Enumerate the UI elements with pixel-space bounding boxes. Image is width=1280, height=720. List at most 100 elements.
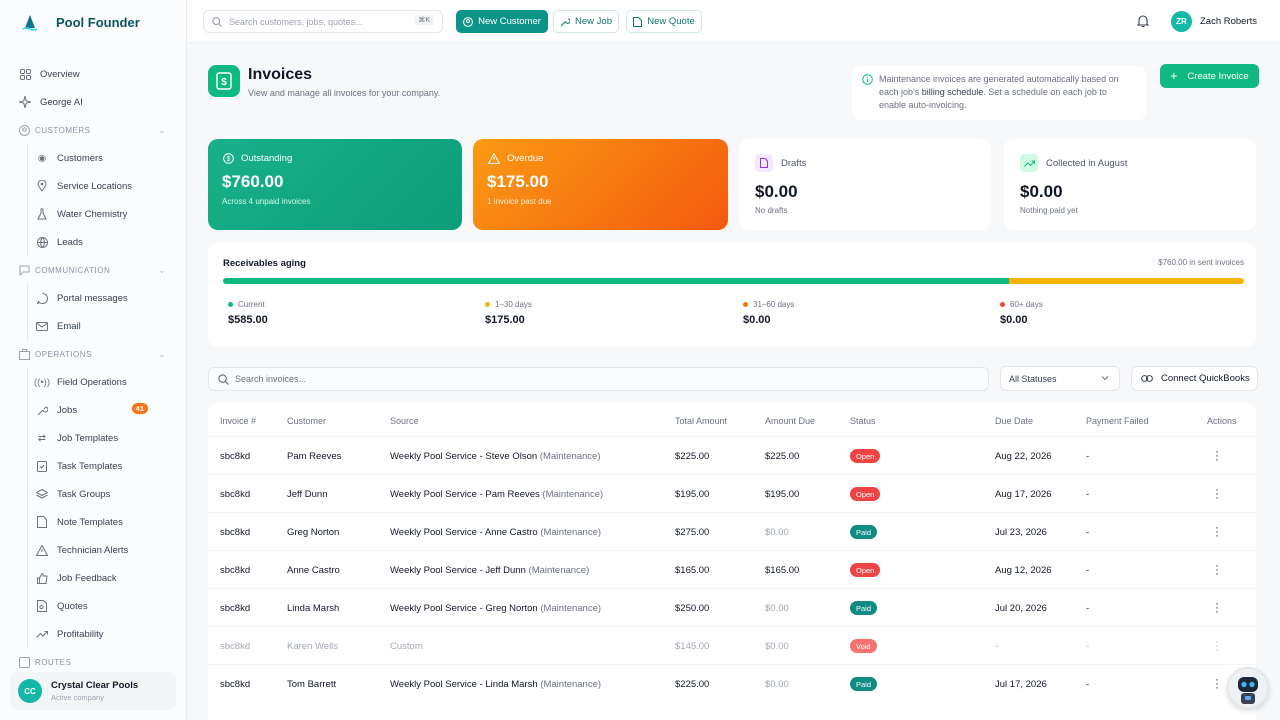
route-icon xyxy=(19,656,30,668)
more-actions-icon[interactable]: · · · xyxy=(1213,635,1221,655)
user-avatar[interactable]: ZR xyxy=(1171,11,1192,32)
create-invoice-button[interactable]: + Create Invoice xyxy=(1160,64,1259,88)
col-header-total[interactable]: Total Amount xyxy=(675,416,727,426)
company-switcher[interactable]: CC Crystal Clear Pools Active company xyxy=(10,672,176,710)
col-header-invoice[interactable]: Invoice # xyxy=(220,416,256,426)
sidebar-item-job-feedback[interactable]: Job Feedback xyxy=(28,564,186,592)
col-header-payment-failed[interactable]: Payment Failed xyxy=(1086,416,1149,426)
section-operations[interactable]: OPERATIONS ⌄ xyxy=(0,340,186,368)
company-status: Active company xyxy=(51,693,104,702)
sidebar-item-field-operations[interactable]: ((•)) Field Operations xyxy=(28,368,186,396)
new-customer-button[interactable]: New Customer xyxy=(456,10,548,33)
user-name[interactable]: Zach Roberts xyxy=(1200,16,1257,27)
payment-failed: - xyxy=(1086,679,1090,690)
source-text: Weekly Pool Service - Greg Norton xyxy=(390,603,538,614)
source-tag: (Maintenance) xyxy=(540,679,602,690)
invoice-search-input[interactable]: Search invoices... xyxy=(208,367,989,391)
table-row[interactable]: sbc8kd Karen Wells Custom $145.00 $0.00 … xyxy=(208,626,1256,664)
sidebar-item-leads[interactable]: Leads xyxy=(28,228,186,256)
table-row[interactable]: sbc8kd Greg Norton Weekly Pool Service -… xyxy=(208,512,1256,550)
sidebar-item-task-templates[interactable]: Task Templates xyxy=(28,452,186,480)
col-header-customer[interactable]: Customer xyxy=(287,416,326,426)
section-customers[interactable]: CUSTOMERS ⌄ xyxy=(0,116,186,144)
sidebar-item-email[interactable]: Email xyxy=(28,312,186,340)
customer-name[interactable]: Anne Castro xyxy=(287,565,340,576)
more-actions-icon[interactable]: · · · xyxy=(1213,445,1221,465)
sidebar-item-label: Overview xyxy=(40,68,80,80)
customer-name[interactable]: Greg Norton xyxy=(287,527,339,538)
sidebar-item-portal-messages[interactable]: Portal messages xyxy=(28,284,186,312)
table-row[interactable]: sbc8kd Pam Reeves Weekly Pool Service - … xyxy=(208,436,1256,474)
customer-name[interactable]: Linda Marsh xyxy=(287,603,339,614)
sidebar-item-overview[interactable]: Overview xyxy=(0,60,186,88)
table-row[interactable]: sbc8kd Anne Castro Weekly Pool Service -… xyxy=(208,550,1256,588)
section-communication[interactable]: COMMUNICATION ⌄ xyxy=(0,256,186,284)
col-header-due-date[interactable]: Due Date xyxy=(995,416,1033,426)
assistant-bot-button[interactable] xyxy=(1227,667,1269,709)
more-actions-icon[interactable]: · · · xyxy=(1213,483,1221,503)
table-row[interactable]: sbc8kd Tom Barrett Weekly Pool Service -… xyxy=(208,664,1256,702)
collected-card[interactable]: Collected in August $0.00 Nothing paid y… xyxy=(1004,139,1256,230)
bell-icon[interactable] xyxy=(1136,14,1150,28)
chevron-down-icon: ⌄ xyxy=(157,348,166,359)
sidebar-item-water-chemistry[interactable]: Water Chemistry xyxy=(28,200,186,228)
col-header-status[interactable]: Status xyxy=(850,416,876,426)
sidebar-item-customers[interactable]: ◉ Customers xyxy=(28,144,186,172)
card-title: Outstanding xyxy=(241,153,293,164)
page-title: Invoices xyxy=(248,66,313,83)
sidebar-item-job-templates[interactable]: ⇄ Job Templates xyxy=(28,424,186,452)
company-avatar: CC xyxy=(18,679,42,703)
sidebar-item-george-ai[interactable]: George AI xyxy=(0,88,186,116)
brand[interactable]: Pool Founder xyxy=(0,0,186,44)
source-tag: (Maintenance) xyxy=(539,451,601,462)
more-actions-icon[interactable]: · · · xyxy=(1213,521,1221,541)
invoice-number[interactable]: sbc8kd xyxy=(220,603,250,614)
invoice-number[interactable]: sbc8kd xyxy=(220,565,250,576)
more-actions-icon[interactable]: · · · xyxy=(1213,559,1221,579)
sidebar-item-task-groups[interactable]: Task Groups xyxy=(28,480,186,508)
global-search-input[interactable]: Search customers, jobs, quotes... ⌘K xyxy=(203,10,443,33)
sidebar-item-label: Task Templates xyxy=(57,460,123,472)
mail-icon xyxy=(36,320,48,332)
layers-icon xyxy=(36,488,48,500)
amount-due: $225.00 xyxy=(765,451,800,462)
drafts-card[interactable]: Drafts $0.00 No drafts xyxy=(739,139,991,230)
table-row[interactable]: sbc8kd Linda Marsh Weekly Pool Service -… xyxy=(208,588,1256,626)
sidebar-item-quotes[interactable]: Quotes xyxy=(28,592,186,620)
invoices-table: Invoice # Customer Source Total Amount A… xyxy=(208,403,1256,720)
col-header-source[interactable]: Source xyxy=(390,416,419,426)
due-date: - xyxy=(995,641,999,652)
outstanding-card[interactable]: $ Outstanding $760.00 Across 4 unpaid inv… xyxy=(208,139,462,230)
sidebar-item-note-templates[interactable]: Note Templates xyxy=(28,508,186,536)
connect-quickbooks-button[interactable]: Connect QuickBooks xyxy=(1131,366,1258,391)
invoice-number[interactable]: sbc8kd xyxy=(220,679,250,690)
invoice-number[interactable]: sbc8kd xyxy=(220,527,250,538)
sidebar-item-service-locations[interactable]: Service Locations xyxy=(28,172,186,200)
customer-name[interactable]: Karen Wells xyxy=(287,641,338,652)
due-date: Jul 23, 2026 xyxy=(995,527,1047,538)
customer-name[interactable]: Pam Reeves xyxy=(287,451,341,462)
new-quote-button[interactable]: New Quote xyxy=(626,10,702,33)
invoice-number[interactable]: sbc8kd xyxy=(220,489,250,500)
status-filter-select[interactable]: All Statuses xyxy=(1000,366,1120,391)
sidebar-item-label: Portal messages xyxy=(57,292,128,304)
customer-name[interactable]: Jeff Dunn xyxy=(287,489,328,500)
company-name: Crystal Clear Pools xyxy=(51,680,139,691)
more-actions-icon[interactable]: · · · xyxy=(1213,673,1221,693)
invoice-number[interactable]: sbc8kd xyxy=(220,641,250,652)
new-job-button[interactable]: New Job xyxy=(553,10,619,33)
overdue-card[interactable]: Overdue $175.00 1 invoice past due xyxy=(473,139,728,230)
customer-name[interactable]: Tom Barrett xyxy=(287,679,336,690)
radio-waves-icon: ((•)) xyxy=(34,376,50,388)
repeat-icon: ⇄ xyxy=(38,432,46,444)
invoice-number[interactable]: sbc8kd xyxy=(220,451,250,462)
col-header-amount-due[interactable]: Amount Due xyxy=(765,416,815,426)
sidebar-item-technician-alerts[interactable]: Technician Alerts xyxy=(28,536,186,564)
total-amount: $250.00 xyxy=(675,603,710,614)
sidebar-item-profitability[interactable]: Profitability xyxy=(28,620,186,648)
table-row[interactable]: sbc8kd Jeff Dunn Weekly Pool Service - P… xyxy=(208,474,1256,512)
sidebar-item-label: Profitability xyxy=(57,628,104,640)
top-bar: Search customers, jobs, quotes... ⌘K New… xyxy=(187,0,1280,43)
sidebar-item-jobs[interactable]: Jobs 41 xyxy=(28,396,186,424)
more-actions-icon[interactable]: · · · xyxy=(1213,597,1221,617)
